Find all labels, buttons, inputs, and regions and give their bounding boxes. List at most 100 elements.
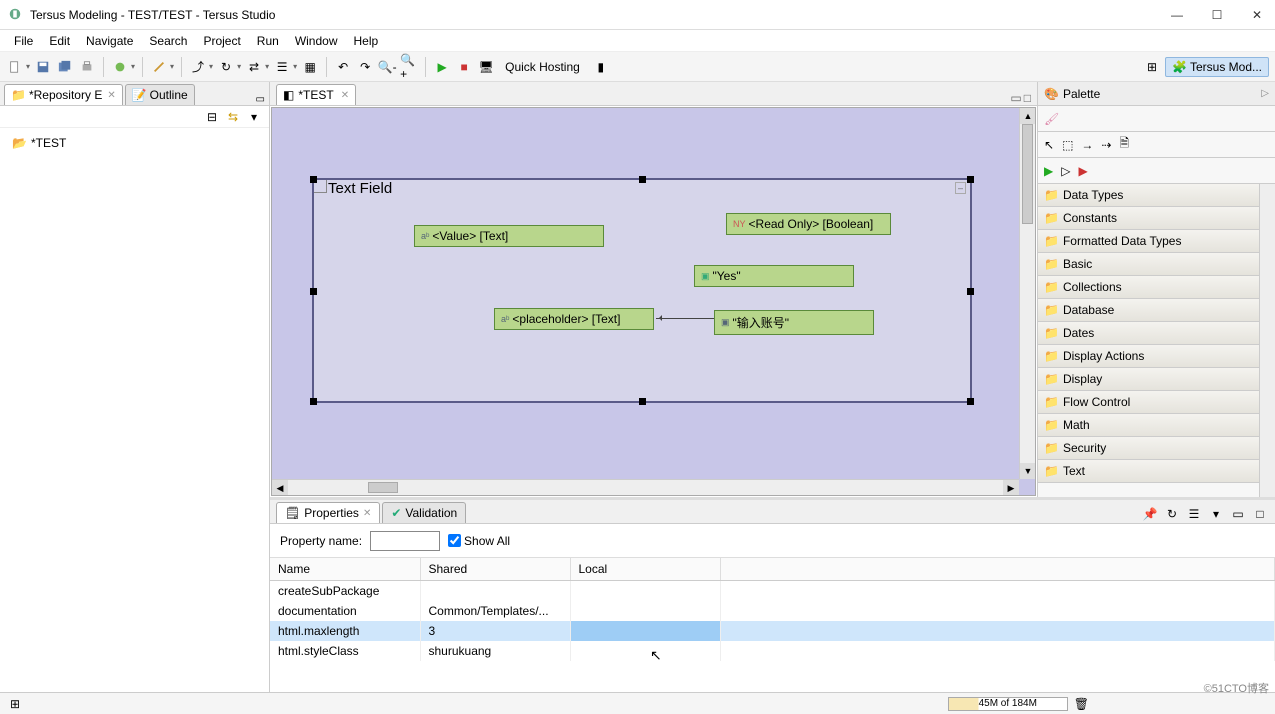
tab-outline[interactable]: 📝 Outline bbox=[125, 84, 195, 105]
undo-icon[interactable]: ↶ bbox=[334, 58, 352, 76]
marquee-icon[interactable]: ⬚ bbox=[1062, 138, 1073, 152]
menu-search[interactable]: Search bbox=[141, 32, 195, 50]
arrow-solid-icon[interactable]: → bbox=[1081, 138, 1093, 152]
palette-cat[interactable]: 📁Basic bbox=[1038, 253, 1259, 276]
editor-tab-test[interactable]: ◧ *TEST ✕ bbox=[276, 84, 356, 105]
link-editor-icon[interactable]: ⇆ bbox=[224, 108, 242, 126]
palette-cat[interactable]: 📁Display Actions bbox=[1038, 345, 1259, 368]
grid-icon[interactable]: ▦ bbox=[301, 58, 319, 76]
menu-navigate[interactable]: Navigate bbox=[78, 32, 141, 50]
palette-cat[interactable]: 📁Dates bbox=[1038, 322, 1259, 345]
memory-bar[interactable]: 45M of 184M bbox=[948, 697, 1068, 711]
palette-cat[interactable]: 📁Formatted Data Types bbox=[1038, 230, 1259, 253]
editor-max-icon[interactable]: □ bbox=[1024, 91, 1031, 105]
perspective-button[interactable]: 🧩 Tersus Mod... bbox=[1165, 57, 1269, 77]
palette-cat[interactable]: 📁Data Types bbox=[1038, 184, 1259, 207]
container-collapse-icon[interactable]: – bbox=[955, 182, 966, 194]
perspective-open-icon[interactable]: ⊞ bbox=[1143, 58, 1161, 76]
pin-icon[interactable]: 📌 bbox=[1141, 505, 1159, 523]
editor-min-icon[interactable]: ▭ bbox=[1010, 91, 1021, 105]
palette-vscroll[interactable] bbox=[1259, 184, 1275, 497]
close-button[interactable]: ✕ bbox=[1247, 8, 1267, 22]
palette-cat[interactable]: 📁Collections bbox=[1038, 276, 1259, 299]
debug-icon[interactable] bbox=[111, 58, 129, 76]
node-yes[interactable]: ▣"Yes" bbox=[694, 265, 854, 287]
palette-cat[interactable]: 📁Flow Control bbox=[1038, 391, 1259, 414]
relayout-icon[interactable]: ⤴ bbox=[189, 58, 207, 76]
redo-icon[interactable]: ↷ bbox=[356, 58, 374, 76]
play-outline-icon[interactable]: ▷ bbox=[1061, 164, 1070, 178]
stop-icon[interactable]: ■ bbox=[455, 58, 473, 76]
canvas-hscroll[interactable]: ◀▶ bbox=[272, 479, 1019, 495]
table-row[interactable]: html.styleClassshurukuang bbox=[270, 641, 1275, 661]
wand-icon[interactable] bbox=[150, 58, 168, 76]
close-editor-icon[interactable]: ✕ bbox=[341, 90, 349, 101]
menu-edit[interactable]: Edit bbox=[41, 32, 78, 50]
palette-cat[interactable]: 📁Display bbox=[1038, 368, 1259, 391]
save-icon[interactable] bbox=[34, 58, 52, 76]
quick-hosting-button[interactable]: Quick Hosting bbox=[505, 60, 580, 74]
new-icon[interactable] bbox=[6, 58, 24, 76]
palette-cat[interactable]: 📁Math bbox=[1038, 414, 1259, 437]
canvas-vscroll[interactable]: ▲▼ bbox=[1019, 108, 1035, 479]
node-placeholder[interactable]: aᵇ<placeholder> [Text] bbox=[494, 308, 654, 330]
table-row[interactable]: createSubPackage bbox=[270, 581, 1275, 602]
show-all-checkbox[interactable]: Show All bbox=[448, 534, 510, 548]
menu-help[interactable]: Help bbox=[346, 32, 387, 50]
collapse-all-icon[interactable]: ⊟ bbox=[203, 108, 221, 126]
status-icon[interactable]: ⊞ bbox=[6, 695, 24, 713]
filter-icon[interactable]: ☰ bbox=[1185, 505, 1203, 523]
print-icon[interactable] bbox=[78, 58, 96, 76]
view-menu-icon[interactable]: ▾ bbox=[245, 108, 263, 126]
props-min-icon[interactable]: ▭ bbox=[1229, 505, 1247, 523]
tab-repository[interactable]: 📁 *Repository E ✕ bbox=[4, 84, 123, 105]
run-icon[interactable]: ▶ bbox=[433, 58, 451, 76]
tab-properties[interactable]: 🗒 Properties ✕ bbox=[276, 502, 380, 523]
close-tab-icon[interactable]: ✕ bbox=[363, 508, 371, 519]
palette-collapse-icon[interactable]: ▷ bbox=[1261, 88, 1269, 99]
close-tab-icon[interactable]: ✕ bbox=[107, 90, 115, 101]
palette-cat[interactable]: 📁Database bbox=[1038, 299, 1259, 322]
minimize-view-icon[interactable]: ▭ bbox=[256, 94, 265, 105]
minimize-button[interactable]: — bbox=[1167, 8, 1187, 22]
device-icon[interactable]: ▮ bbox=[592, 58, 610, 76]
col-shared[interactable]: Shared bbox=[420, 558, 570, 581]
server-icon[interactable]: 🖥 bbox=[477, 58, 495, 76]
arrow-dash-icon[interactable]: ⇢ bbox=[1101, 138, 1111, 152]
tab-validation[interactable]: ✔ Validation bbox=[382, 502, 466, 523]
palette-cat[interactable]: 📁Text bbox=[1038, 460, 1259, 483]
zoom-out-icon[interactable]: 🔍- bbox=[378, 58, 396, 76]
node-readonly[interactable]: NY<Read Only> [Boolean] bbox=[726, 213, 891, 235]
pointer-icon[interactable]: ↖ bbox=[1044, 138, 1054, 152]
save-all-icon[interactable] bbox=[56, 58, 74, 76]
col-local[interactable]: Local bbox=[570, 558, 720, 581]
table-row[interactable]: documentationCommon/Templates/... bbox=[270, 601, 1275, 621]
node-input-text[interactable]: ▣"输入账号" bbox=[714, 310, 874, 335]
play-red-icon[interactable]: ▶ bbox=[1078, 164, 1087, 178]
zoom-in-icon[interactable]: 🔍+ bbox=[400, 58, 418, 76]
refresh-props-icon[interactable]: ↻ bbox=[1163, 505, 1181, 523]
tree-icon[interactable]: ☰ bbox=[273, 58, 291, 76]
note-icon[interactable]: 🗎 bbox=[1119, 134, 1129, 155]
palette-cat[interactable]: 📁Constants bbox=[1038, 207, 1259, 230]
menu-file[interactable]: File bbox=[6, 32, 41, 50]
property-name-input[interactable] bbox=[370, 531, 440, 551]
props-max-icon[interactable]: □ bbox=[1251, 505, 1269, 523]
menu-project[interactable]: Project bbox=[195, 32, 248, 50]
menu-run[interactable]: Run bbox=[249, 32, 287, 50]
brush-icon[interactable]: 🖌 bbox=[1044, 112, 1059, 126]
text-field-container[interactable]: – Text Field aᵇ<Value> [Text] NY<Read On… bbox=[312, 178, 972, 403]
menu-window[interactable]: Window bbox=[287, 32, 346, 50]
tree-root-item[interactable]: 📂 *TEST bbox=[10, 134, 259, 152]
refresh-icon[interactable]: ↻ bbox=[217, 58, 235, 76]
maximize-button[interactable]: ☐ bbox=[1207, 8, 1227, 22]
gc-icon[interactable]: 🗑 bbox=[1074, 697, 1089, 711]
link-icon[interactable]: ⇄ bbox=[245, 58, 263, 76]
table-row-selected[interactable]: html.maxlength3 bbox=[270, 621, 1275, 641]
menu-icon[interactable]: ▾ bbox=[1207, 505, 1225, 523]
node-value[interactable]: aᵇ<Value> [Text] bbox=[414, 225, 604, 247]
folder-icon: 📂 bbox=[12, 136, 27, 150]
palette-cat[interactable]: 📁Security bbox=[1038, 437, 1259, 460]
col-name[interactable]: Name bbox=[270, 558, 420, 581]
play-green-icon[interactable]: ▶ bbox=[1044, 164, 1053, 178]
